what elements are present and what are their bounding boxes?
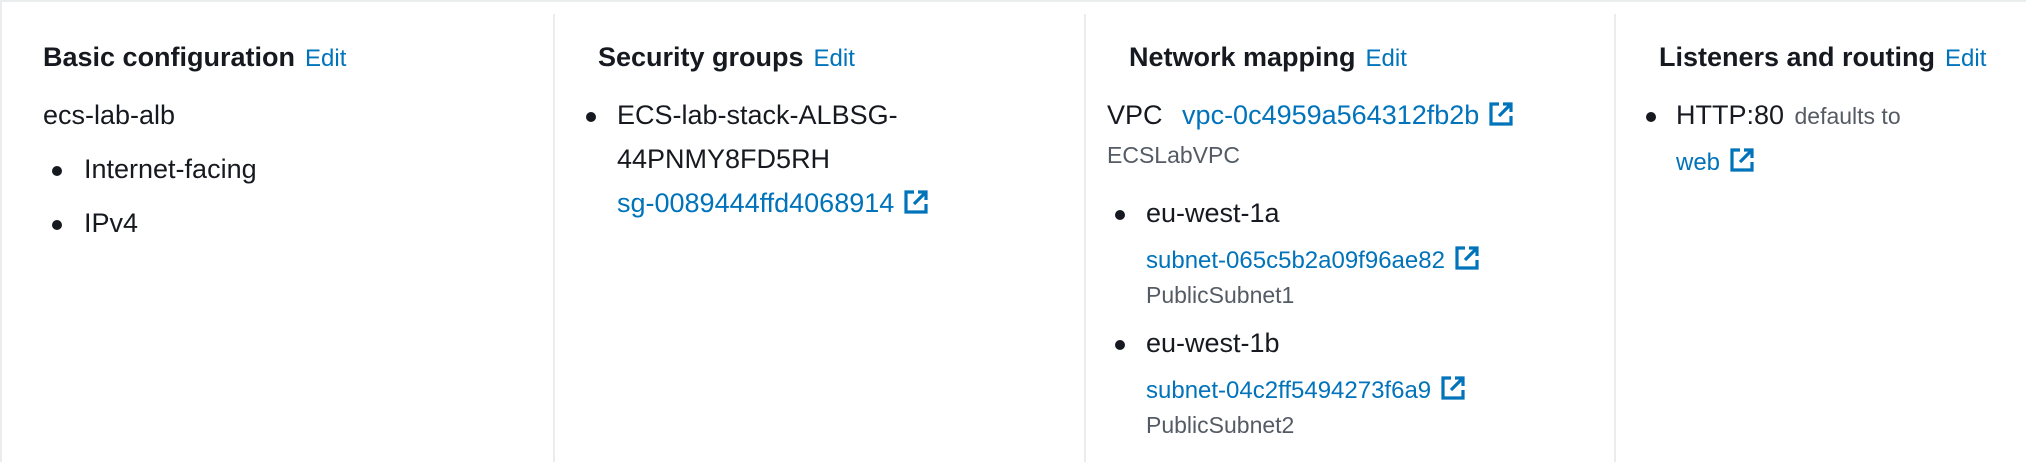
security-groups-header: Security groups Edit bbox=[598, 42, 855, 73]
security-group-link[interactable]: sg-0089444ffd4068914 bbox=[617, 188, 930, 219]
network-mapping-header: Network mapping Edit bbox=[1129, 42, 1407, 73]
vpc-label: VPC bbox=[1107, 100, 1163, 130]
subnet-2-name: PublicSubnet2 bbox=[1146, 412, 1295, 438]
target-group-row[interactable]: web bbox=[1676, 146, 1756, 177]
ip-address-type-item: IPv4 bbox=[84, 208, 139, 238]
bullet bbox=[52, 166, 62, 176]
subnet-1-row[interactable]: subnet-065c5b2a09f96ae82 bbox=[1146, 244, 1481, 275]
availability-zone-2: eu-west-1b bbox=[1146, 328, 1280, 358]
listeners-routing-header: Listeners and routing Edit bbox=[1659, 42, 1986, 73]
network-mapping-section: Network mapping Edit VPC vpc-0c4959a56431… bbox=[1084, 14, 1614, 462]
listener-row: HTTP:80 defaults to bbox=[1676, 100, 1901, 131]
target-group-link[interactable]: web bbox=[1676, 149, 1720, 176]
security-groups-section: Security groups Edit ECS-lab-stack-ALBSG-… bbox=[553, 14, 1084, 462]
basic-configuration-header: Basic configuration Edit bbox=[43, 42, 346, 73]
listeners-routing-title: Listeners and routing bbox=[1659, 42, 1936, 72]
vpc-name: ECSLabVPC bbox=[1107, 142, 1240, 168]
security-group-id[interactable]: sg-0089444ffd4068914 bbox=[617, 188, 894, 218]
vpc-id-link[interactable]: vpc-0c4959a564312fb2b bbox=[1182, 100, 1479, 130]
load-balancer-details: Basic configuration Edit ecs-lab-alb Inte… bbox=[0, 0, 2028, 462]
bullet bbox=[52, 220, 62, 230]
scheme-item: Internet-facing bbox=[84, 154, 257, 184]
defaults-to-label: defaults to bbox=[1794, 103, 1901, 129]
external-link-icon[interactable] bbox=[1439, 374, 1467, 402]
bullet bbox=[1115, 340, 1125, 350]
bullet bbox=[586, 112, 596, 122]
security-group-name-line2: 44PNMY8FD5RH bbox=[617, 144, 831, 174]
external-link-icon[interactable] bbox=[902, 188, 930, 216]
external-link-icon[interactable] bbox=[1453, 244, 1481, 272]
subnet-2-row[interactable]: subnet-04c2ff5494273f6a9 bbox=[1146, 374, 1467, 405]
subnet-1-name: PublicSubnet1 bbox=[1146, 282, 1295, 308]
listener-protocol-port: HTTP:80 bbox=[1676, 100, 1785, 130]
basic-configuration-title: Basic configuration bbox=[43, 42, 296, 72]
bullet bbox=[1115, 210, 1125, 220]
network-mapping-title: Network mapping bbox=[1129, 42, 1356, 72]
basic-configuration-edit-link[interactable]: Edit bbox=[305, 45, 346, 72]
external-link-icon[interactable] bbox=[1728, 146, 1756, 174]
network-mapping-edit-link[interactable]: Edit bbox=[1366, 45, 1407, 72]
bullet bbox=[1646, 112, 1656, 122]
basic-configuration-section: Basic configuration Edit ecs-lab-alb Inte… bbox=[0, 14, 553, 462]
listeners-routing-section: Listeners and routing Edit HTTP:80 defaul… bbox=[1614, 14, 2028, 462]
security-groups-edit-link[interactable]: Edit bbox=[814, 45, 855, 72]
security-group-name-line1: ECS-lab-stack-ALBSG- bbox=[617, 100, 898, 130]
external-link-icon[interactable] bbox=[1487, 100, 1515, 128]
subnet-1-link[interactable]: subnet-065c5b2a09f96ae82 bbox=[1146, 247, 1445, 274]
vpc-row: VPC vpc-0c4959a564312fb2b bbox=[1107, 100, 1515, 131]
availability-zone-1: eu-west-1a bbox=[1146, 198, 1280, 228]
security-groups-title: Security groups bbox=[598, 42, 804, 72]
subnet-2-link[interactable]: subnet-04c2ff5494273f6a9 bbox=[1146, 377, 1431, 404]
load-balancer-name: ecs-lab-alb bbox=[43, 100, 176, 130]
listeners-routing-edit-link[interactable]: Edit bbox=[1945, 45, 1986, 72]
